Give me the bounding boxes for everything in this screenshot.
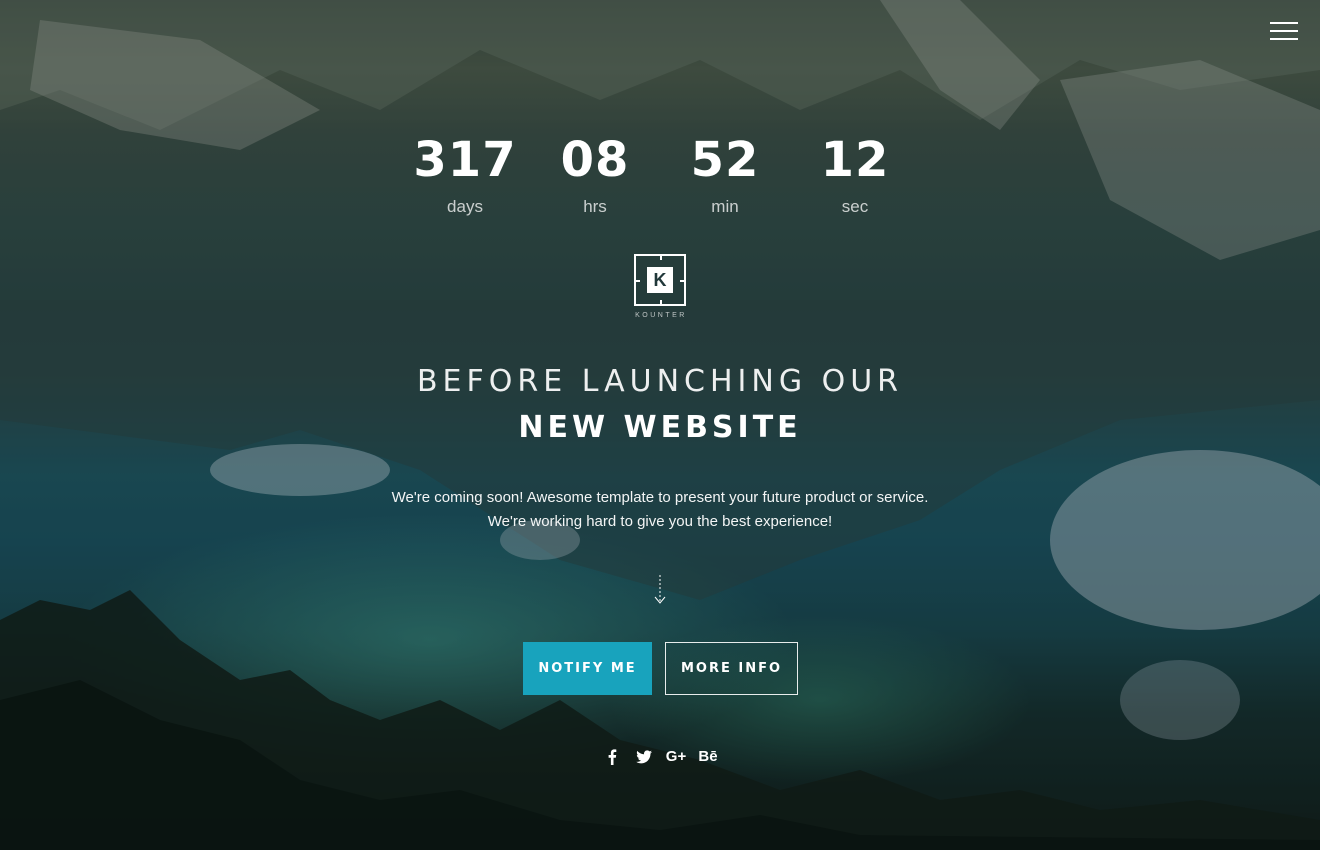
google-plus-icon[interactable]: G+ [660,746,692,768]
menu-bar [1270,22,1298,24]
countdown-days: 317 days [400,132,530,218]
countdown-timer: 317 days 08 hrs 52 min 12 sec [0,132,1320,218]
logo-wordmark: KOUNTER [635,312,687,319]
countdown-days-label: days [447,197,483,216]
countdown-hours: 08 hrs [530,132,660,218]
behance-icon[interactable]: Bē [692,746,724,768]
countdown-hours-value: 08 [560,132,630,188]
logo-tick [660,254,662,260]
dashed-arrow-down-icon[interactable] [651,574,669,606]
twitter-icon[interactable] [628,746,660,768]
social-links: G+ Bē [0,746,1320,768]
headline-line-2: NEW WEBSITE [518,410,802,445]
countdown-seconds-value: 12 [820,132,890,188]
description: We're coming soon! Awesome template to p… [0,486,1320,534]
more-info-button[interactable]: MORE INFO [665,642,798,695]
countdown-seconds: 12 sec [790,132,920,218]
logo-tick [680,280,686,282]
menu-bar [1270,30,1298,32]
facebook-icon[interactable] [596,746,628,768]
countdown-minutes: 52 min [660,132,790,218]
kounter-logo: K KOUNTER [631,254,689,319]
countdown-hours-label: hrs [583,197,607,216]
countdown-minutes-value: 52 [690,132,760,188]
countdown-seconds-label: sec [841,197,869,216]
menu-bar [1270,38,1298,40]
description-line-1: We're coming soon! Awesome template to p… [391,489,929,506]
notify-me-button[interactable]: NOTIFY ME [523,642,652,695]
description-line-2: We're working hard to give you the best … [487,513,833,530]
logo-frame: K [634,254,686,306]
logo-letter: K [647,267,673,293]
google-plus-glyph: G+ [665,748,687,765]
hamburger-menu-icon[interactable] [1270,20,1298,40]
countdown-days-value: 317 [413,132,517,188]
logo-tick [634,280,640,282]
behance-glyph: Bē [698,748,718,765]
logo-tick [660,300,662,306]
countdown-minutes-label: min [711,197,739,216]
headline-line-1: BEFORE LAUNCHING OUR [416,364,904,399]
